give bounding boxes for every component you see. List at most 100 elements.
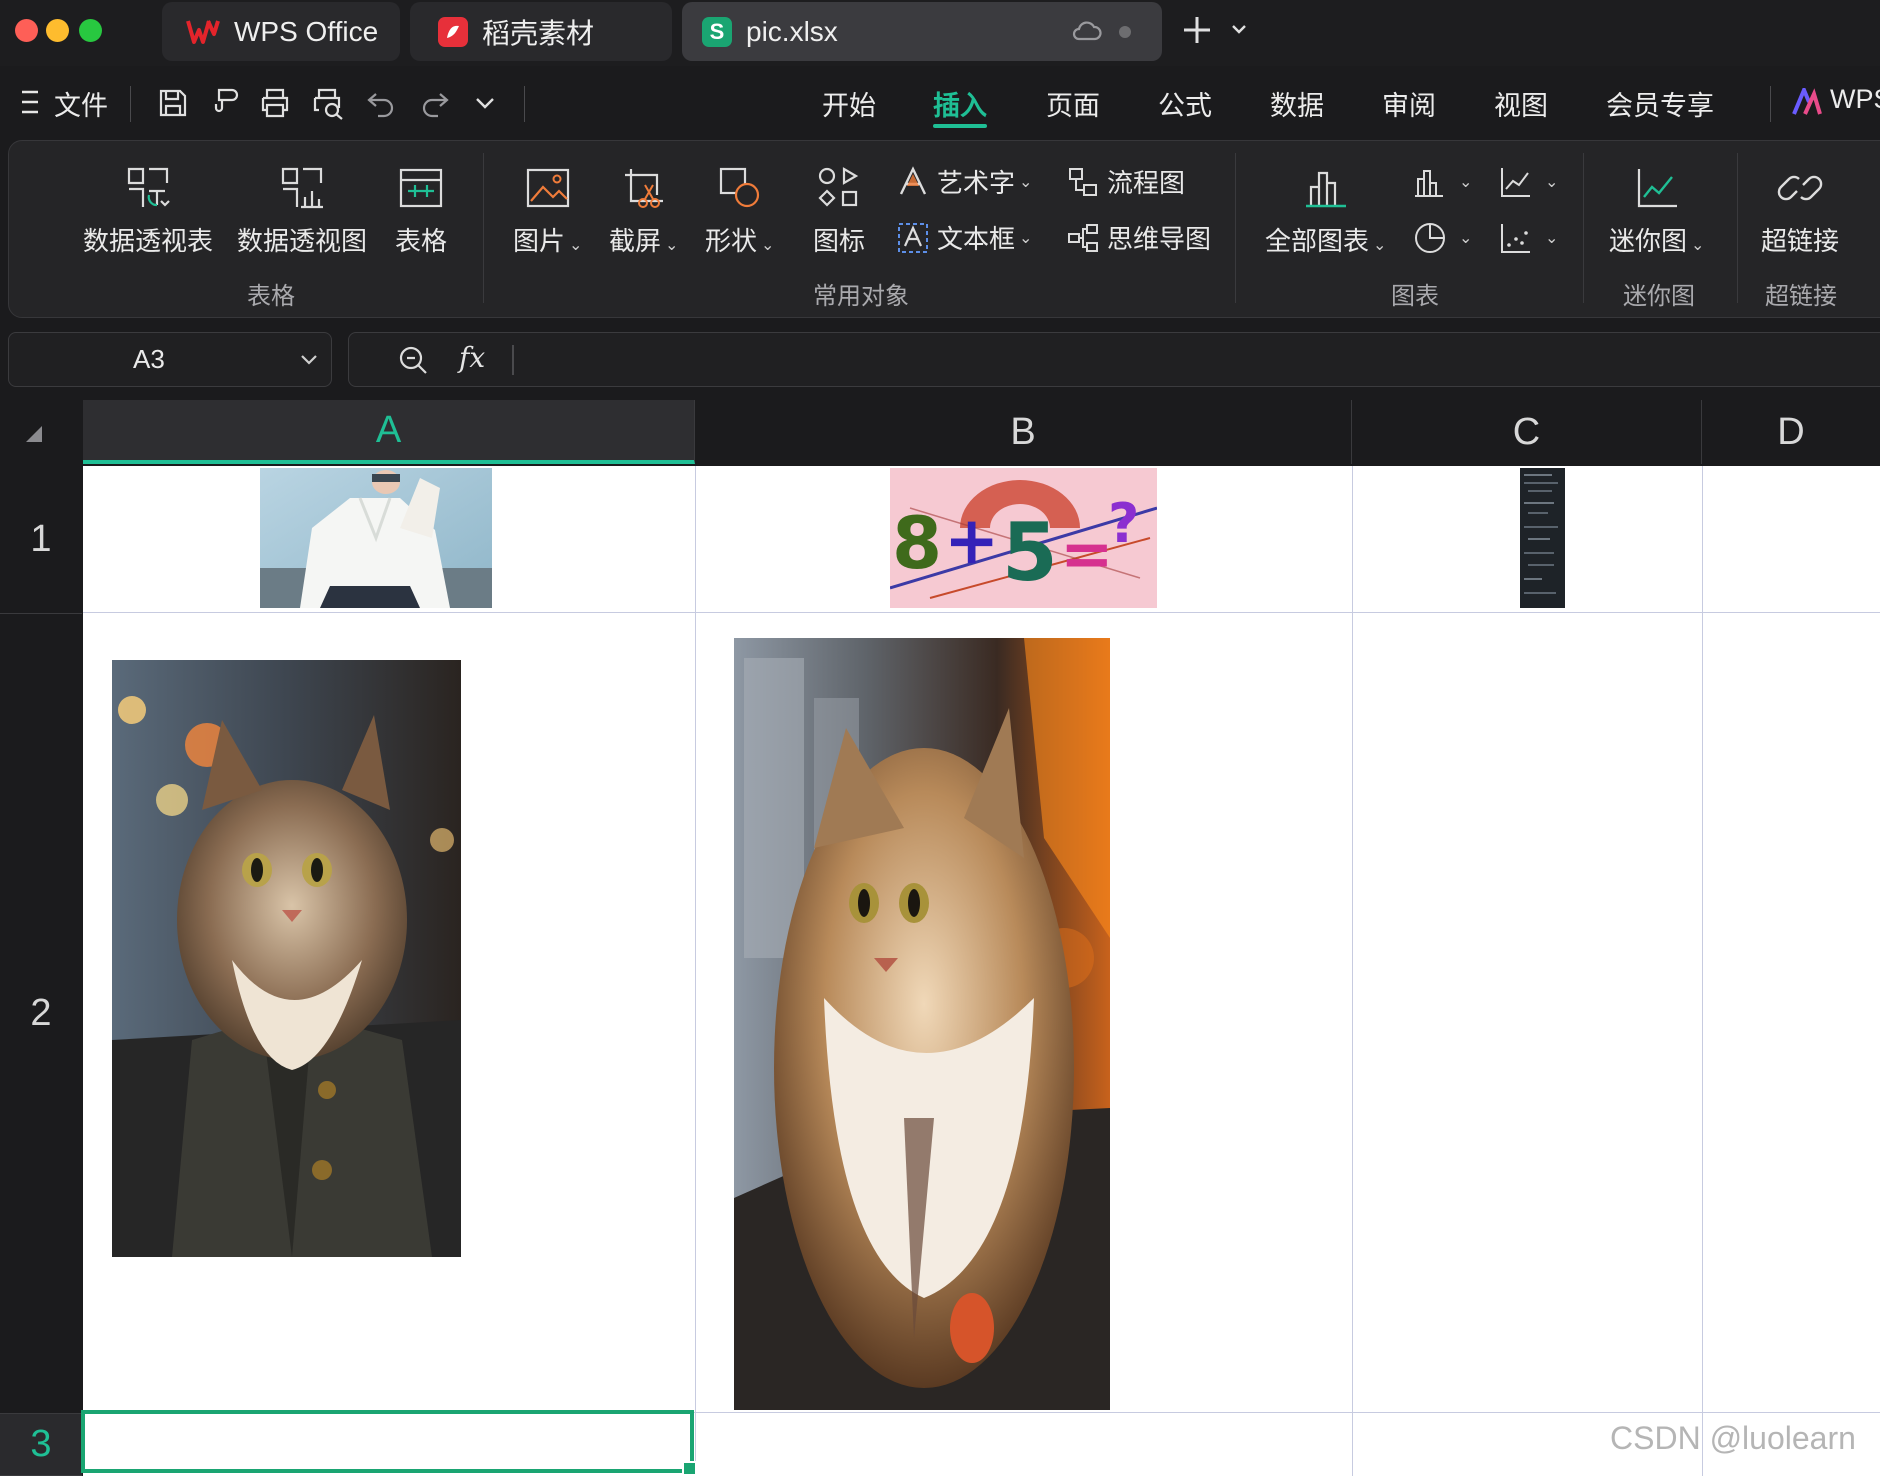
- hyperlink-button[interactable]: 超链接: [1761, 165, 1839, 258]
- print-icon[interactable]: [258, 86, 292, 120]
- screenshot-scissors-icon: [624, 169, 663, 208]
- group-label-table: 表格: [247, 283, 295, 310]
- word-art-button[interactable]: 艺术字 ⌄: [897, 163, 1032, 200]
- pivot-chart-button[interactable]: 数据透视图: [237, 165, 367, 258]
- group-label-common-objects: 常用对象: [813, 283, 909, 310]
- redo-icon[interactable]: [418, 86, 452, 120]
- tab-page[interactable]: 页面: [1046, 84, 1100, 123]
- sparkline-icon: [1637, 169, 1677, 208]
- mind-map-button[interactable]: 思维导图: [1067, 219, 1211, 256]
- row-header-3[interactable]: 3: [0, 1414, 82, 1476]
- cloud-icon[interactable]: [1072, 20, 1102, 42]
- format-painter-icon[interactable]: [208, 86, 242, 120]
- flowchart-button[interactable]: 流程图: [1067, 163, 1185, 200]
- tab-formulas[interactable]: 公式: [1158, 84, 1212, 123]
- shapes-button[interactable]: 形状 ⌄: [705, 165, 774, 258]
- scatter-chart-icon: [1501, 224, 1530, 253]
- sparkline-button[interactable]: 迷你图 ⌄: [1609, 165, 1704, 258]
- tab-label: 稻壳素材: [482, 17, 595, 49]
- row-header-1[interactable]: 1: [0, 466, 82, 614]
- all-charts-button[interactable]: 全部图表 ⌄: [1265, 165, 1386, 258]
- file-menu[interactable]: 文件: [54, 84, 108, 123]
- hamburger-menu-icon[interactable]: [20, 88, 42, 116]
- screenshot-button[interactable]: 截屏 ⌄: [609, 165, 678, 258]
- gridline: [695, 466, 696, 1476]
- gridline: [1352, 466, 1353, 1476]
- column-header-c[interactable]: C: [1352, 400, 1702, 464]
- print-preview-icon[interactable]: [310, 86, 344, 120]
- svg-text:?: ?: [1108, 492, 1139, 555]
- text-box-icon: [898, 222, 928, 253]
- tab-data[interactable]: 数据: [1270, 84, 1324, 123]
- tab-member[interactable]: 会员专享: [1606, 84, 1714, 123]
- name-box-chevron-down-icon[interactable]: [299, 353, 319, 367]
- flowchart-icon: [1069, 167, 1097, 196]
- text-box-button[interactable]: 文本框 ⌄: [897, 219, 1032, 256]
- scatter-chart-dropdown[interactable]: ⌄: [1499, 221, 1558, 255]
- pie-chart-dropdown[interactable]: ⌄: [1413, 221, 1472, 255]
- wps-logo-icon: [186, 18, 220, 46]
- tab-wps-office[interactable]: WPS Office: [162, 2, 400, 61]
- minimize-window-button[interactable]: [46, 19, 69, 42]
- watermark-text: CSDN @luolearn: [1610, 1420, 1856, 1456]
- row-header-2[interactable]: 2: [0, 614, 82, 1414]
- svg-text:5: 5: [1002, 506, 1058, 599]
- fill-handle[interactable]: [682, 1461, 697, 1476]
- line-chart-dropdown[interactable]: ⌄: [1499, 165, 1558, 199]
- tab-docer[interactable]: 稻壳素材: [410, 2, 672, 61]
- maximize-window-button[interactable]: [79, 19, 102, 42]
- tab-insert[interactable]: 插入: [933, 84, 987, 123]
- tab-home[interactable]: 开始: [822, 84, 876, 123]
- pivot-table-icon: [127, 167, 170, 207]
- column-header-a[interactable]: A: [83, 400, 695, 464]
- tab-label: WPS Office: [234, 15, 379, 47]
- tab-review[interactable]: 审阅: [1382, 84, 1436, 123]
- unsaved-dot-icon: [1119, 26, 1131, 38]
- image-cat-by-window[interactable]: [734, 638, 1110, 1410]
- line-chart-icon: [1501, 168, 1530, 197]
- gridline: [1702, 466, 1703, 1476]
- image-code-screenshot[interactable]: [1520, 468, 1565, 608]
- tab-view[interactable]: 视图: [1494, 84, 1548, 123]
- column-header-d[interactable]: D: [1702, 400, 1880, 464]
- title-bar: WPS Office 稻壳素材 S pic.xlsx: [0, 0, 1880, 66]
- zoom-search-icon[interactable]: [397, 344, 429, 376]
- picture-icon: [526, 168, 569, 208]
- group-divider: [1583, 153, 1584, 303]
- save-icon[interactable]: [156, 86, 190, 120]
- cells-area[interactable]: 8 + 5 = ?: [81, 466, 1880, 1476]
- docer-logo-icon: [438, 16, 468, 47]
- tab-list-chevron-down-icon[interactable]: [1230, 22, 1248, 36]
- table-button[interactable]: 表格: [395, 165, 447, 258]
- group-label-charts: 图表: [1391, 283, 1439, 310]
- group-divider: [1235, 153, 1236, 303]
- mind-map-icon: [1068, 223, 1098, 252]
- quick-access-chevron-down-icon[interactable]: [474, 96, 496, 110]
- close-window-button[interactable]: [15, 19, 38, 42]
- undo-icon[interactable]: [364, 86, 398, 120]
- column-header-b[interactable]: B: [695, 400, 1352, 464]
- column-chart-dropdown[interactable]: ⌄: [1413, 165, 1472, 199]
- pie-chart-icon: [1415, 223, 1445, 253]
- name-box[interactable]: A3: [8, 332, 332, 387]
- new-tab-plus-icon[interactable]: [1180, 13, 1214, 47]
- spreadsheet-s-icon: S: [702, 16, 732, 47]
- wps-ai-logo-icon[interactable]: [1792, 88, 1822, 116]
- image-person-white-shirt[interactable]: [260, 468, 492, 608]
- tab-pic-xlsx[interactable]: S pic.xlsx: [682, 2, 1162, 61]
- formula-bar: fx: [348, 332, 1880, 387]
- selected-cell-a3[interactable]: [81, 1410, 697, 1476]
- fx-icon[interactable]: fx: [459, 341, 485, 374]
- picture-button[interactable]: 图片 ⌄: [513, 165, 582, 258]
- gridline: [83, 612, 1880, 613]
- icons-button[interactable]: 图标: [813, 165, 865, 258]
- wps-ai-label[interactable]: WPS: [1830, 84, 1880, 115]
- link-chain-icon: [1777, 175, 1823, 201]
- column-chart-icon: [1415, 170, 1443, 197]
- group-divider: [483, 153, 484, 303]
- pivot-table-button[interactable]: 数据透视表: [83, 165, 213, 258]
- image-captcha[interactable]: 8 + 5 = ?: [890, 468, 1157, 608]
- image-cat-in-jacket[interactable]: [112, 660, 461, 1257]
- shapes-icon: [719, 167, 759, 208]
- select-all-corner[interactable]: [0, 400, 82, 464]
